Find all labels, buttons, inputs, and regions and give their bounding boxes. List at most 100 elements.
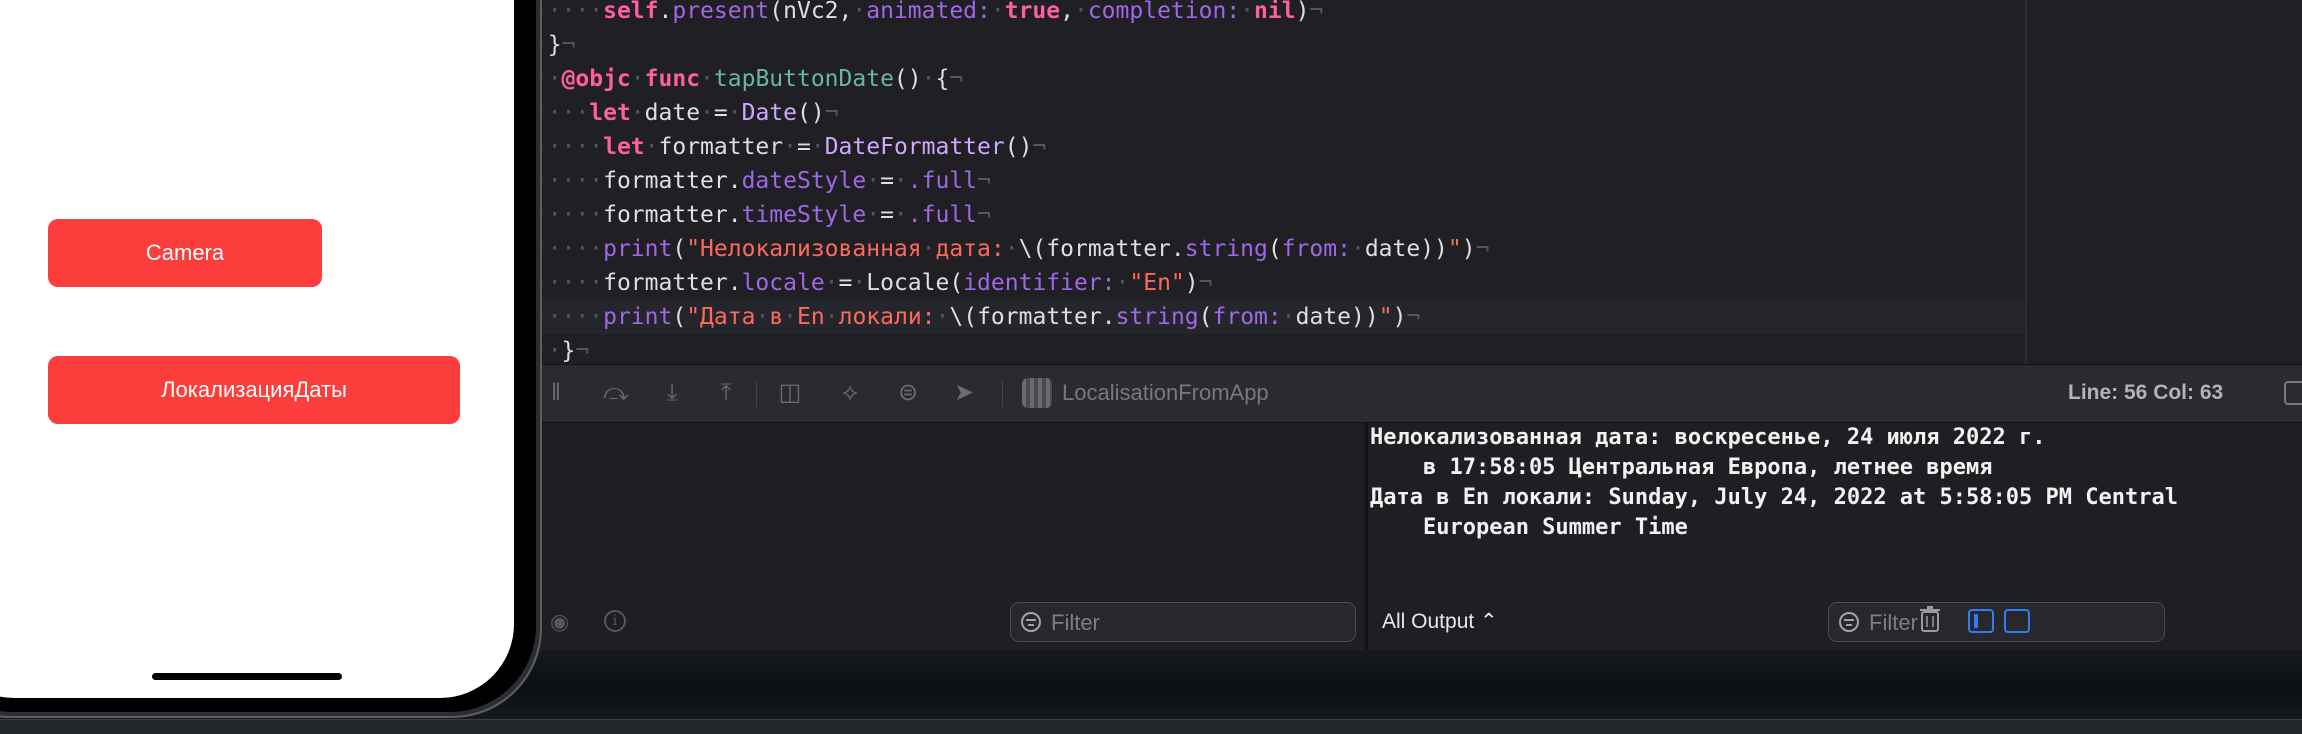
info-icon[interactable]: i — [604, 610, 626, 632]
eye-icon[interactable]: ◉ — [550, 609, 569, 635]
code-token: date)) — [1295, 304, 1379, 330]
trash-icon[interactable] — [1920, 606, 1940, 632]
code-token: let — [603, 134, 645, 160]
code-token: ¬ — [1309, 0, 1324, 24]
code-token: (nVc2, — [769, 0, 853, 24]
code-token: En — [797, 304, 825, 330]
app-icon — [1022, 378, 1052, 408]
scheme-label[interactable]: LocalisationFromApp — [1062, 380, 1269, 406]
code-token: · — [783, 304, 798, 330]
show-variables-toggle-icon[interactable] — [1968, 609, 1994, 633]
code-token: } — [561, 338, 576, 364]
code-token: @objc — [561, 66, 631, 92]
code-line[interactable]: ···@objc·func·tapButtonDate()·{¬ — [520, 62, 2026, 96]
code-token: в — [769, 304, 784, 330]
code-editor[interactable]: ······self.present(nVc2,·animated:·true,… — [520, 0, 2026, 364]
memory-graph-icon[interactable]: ⟡ — [836, 379, 864, 407]
code-token: · — [1073, 0, 1088, 24]
code-token: ( — [1267, 236, 1282, 262]
code-token: · — [630, 100, 645, 126]
code-token: date)) — [1364, 236, 1448, 262]
code-token: "En" — [1129, 270, 1185, 296]
variables-pane: ◉ i — [520, 423, 1365, 650]
code-token: locale — [741, 270, 825, 296]
panel-toggle-icon[interactable] — [2284, 381, 2302, 405]
code-token: () — [797, 100, 825, 126]
code-token: Locale — [866, 270, 950, 296]
step-into-icon[interactable]: ⤓ — [658, 379, 686, 407]
xcode-window: ······self.present(nVc2,·animated:·true,… — [520, 0, 2302, 650]
code-token: ¬ — [1406, 304, 1421, 330]
code-token: · — [893, 202, 908, 228]
code-token: ) — [1184, 270, 1199, 296]
code-token: date — [644, 100, 701, 126]
code-token: animated: — [866, 0, 991, 24]
code-token: ¬ — [561, 32, 576, 58]
code-line[interactable]: ······self.present(nVc2,·animated:·true,… — [520, 0, 2026, 28]
code-token: nil — [1254, 0, 1296, 24]
code-token: dateStyle — [741, 168, 867, 194]
code-token: · — [852, 0, 867, 24]
variables-filter-input[interactable] — [1049, 607, 1349, 639]
code-token: · — [727, 100, 742, 126]
output-selector[interactable]: All Output ⌃ — [1382, 609, 1498, 634]
filter-icon — [1839, 612, 1859, 632]
debug-separator — [1002, 381, 1003, 407]
code-token: ¬ — [1032, 134, 1047, 160]
code-token: · — [921, 66, 936, 92]
code-line[interactable]: ······print("Нелокализованная·дата:·\(fo… — [520, 232, 2026, 266]
step-over-icon[interactable]: ⤼ — [602, 379, 630, 407]
code-token: · — [824, 270, 839, 296]
pause-icon[interactable]: ‖ — [542, 379, 570, 407]
code-token: локали: — [838, 304, 936, 330]
code-token: ¬ — [824, 100, 839, 126]
code-token: · — [630, 66, 645, 92]
show-console-toggle-icon[interactable] — [2004, 609, 2030, 633]
code-token: true — [1004, 0, 1061, 24]
console-filter — [1828, 602, 2165, 642]
code-token: from: — [1281, 236, 1351, 262]
variables-filter — [1010, 602, 1356, 642]
code-token: · — [1281, 304, 1296, 330]
code-token: = — [796, 134, 811, 160]
code-token: ) — [1295, 0, 1310, 24]
environment-overrides-icon[interactable]: ⊜ — [894, 379, 922, 407]
code-line[interactable]: ······let·formatter·=·DateFormatter()¬ — [520, 130, 2026, 164]
console-output: Нелокализованная дата: воскресенье, 24 и… — [1370, 425, 2178, 540]
code-token: func — [644, 66, 701, 92]
code-line[interactable]: ··}¬ — [520, 28, 2026, 62]
code-token: ¬ — [977, 202, 991, 228]
code-line[interactable]: ······print("Дата·в·En·локали:·\(formatt… — [520, 300, 2026, 334]
code-token: Date — [741, 100, 798, 126]
code-token: \(formatter. — [1018, 236, 1185, 262]
camera-button[interactable]: Camera — [48, 219, 322, 287]
code-line[interactable]: ······formatter.timeStyle·=·.full¬ — [520, 198, 2026, 232]
code-token: · — [866, 202, 881, 228]
code-token: DateFormatter — [824, 134, 1005, 160]
step-out-icon[interactable]: ⤒ — [712, 379, 740, 407]
code-line[interactable]: ······formatter.dateStyle·=·.full¬ — [520, 164, 2026, 198]
code-token: "Нелокализованная — [686, 236, 922, 262]
code-token: } — [547, 32, 562, 58]
minimap[interactable] — [2027, 0, 2302, 364]
code-token: () — [893, 66, 922, 92]
dock-area — [0, 719, 2302, 734]
code-token: · — [1004, 236, 1019, 262]
code-token: identifier: — [963, 270, 1116, 296]
simulate-location-icon[interactable]: ➤ — [950, 379, 978, 407]
view-hierarchy-icon[interactable]: ◫ — [776, 379, 804, 407]
code-line[interactable]: ···}¬ — [520, 334, 2026, 368]
code-line[interactable]: ······formatter.locale·=·Locale(identifi… — [520, 266, 2026, 300]
home-indicator[interactable] — [152, 673, 342, 680]
code-token: from: — [1212, 304, 1282, 330]
code-line[interactable]: ·····let·date·=·Date()¬ — [520, 96, 2026, 130]
code-token: · — [810, 134, 825, 160]
code-token: · — [755, 304, 770, 330]
date-localization-button[interactable]: ЛокализацияДаты — [48, 356, 460, 424]
code-token: · — [935, 304, 950, 330]
filter-icon — [1021, 612, 1041, 632]
code-token: print — [603, 236, 673, 262]
code-token: = — [713, 100, 728, 126]
code-token: ¬ — [1198, 270, 1213, 296]
code-token: · — [1115, 270, 1130, 296]
